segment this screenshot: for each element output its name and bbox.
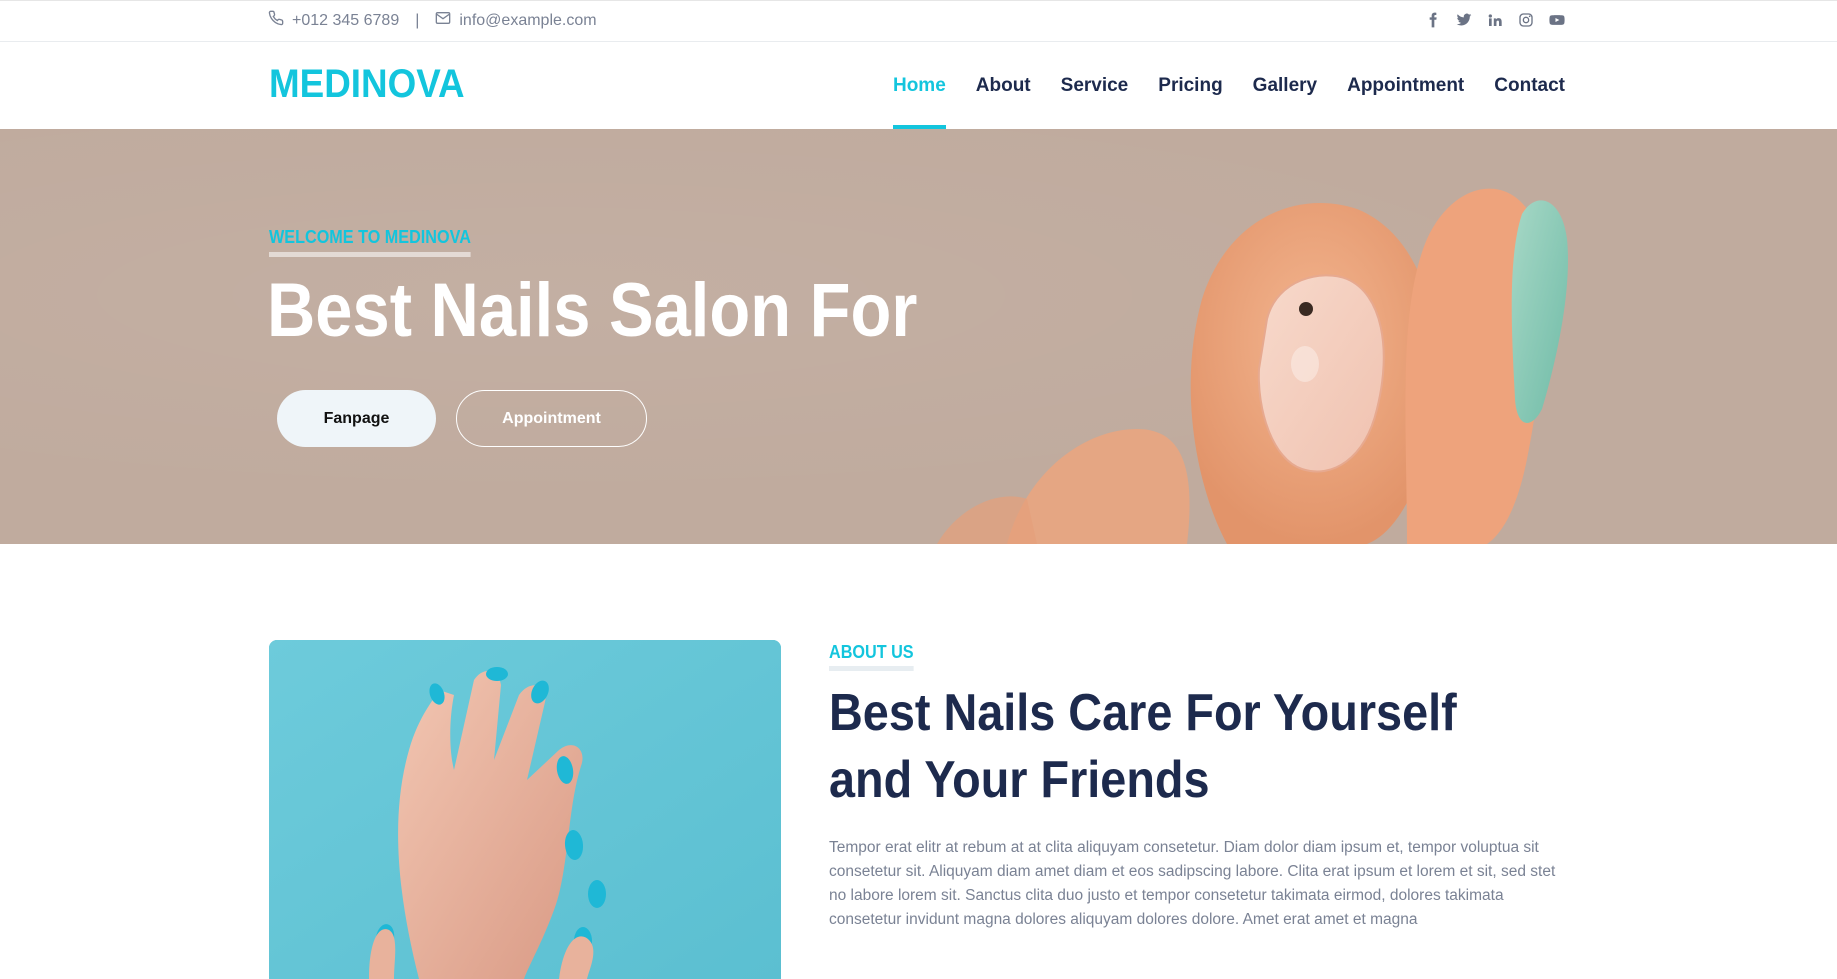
nav-item-service[interactable]: Service — [1046, 42, 1144, 129]
topbar-contact: +012 345 6789 | info@example.com — [268, 10, 597, 31]
hero-hand-nail-image — [937, 188, 1568, 544]
contact-separator: | — [415, 11, 420, 29]
navbar: MEDINOVA Home About Service Pricing Gall… — [0, 42, 1837, 129]
about-text: Tempor erat elitr at rebum at at clita a… — [829, 839, 1556, 928]
brand-logo[interactable]: MEDINOVA — [269, 62, 465, 107]
hero-eyebrow: WELCOME TO MEDINOVA — [269, 227, 471, 257]
facebook-icon[interactable] — [1424, 11, 1441, 29]
fanpage-button[interactable]: Fanpage — [277, 390, 436, 447]
topbar: +012 345 6789 | info@example.com — [0, 0, 1837, 42]
nav-item-contact[interactable]: Contact — [1479, 42, 1565, 129]
nav-item-appointment[interactable]: Appointment — [1332, 42, 1479, 129]
hero-title: Best Nails Salon For — [267, 268, 918, 353]
linkedin-icon[interactable] — [1486, 11, 1503, 29]
phone-item[interactable]: +012 345 6789 — [268, 10, 399, 31]
mail-icon — [435, 10, 451, 31]
nav-item-home[interactable]: Home — [878, 42, 961, 129]
hero-section: WELCOME TO MEDINOVA Best Nails Salon For… — [0, 129, 1837, 544]
nav-item-pricing[interactable]: Pricing — [1143, 42, 1237, 129]
youtube-icon[interactable] — [1548, 11, 1565, 29]
about-title: Best Nails Care For Yourself and Your Fr… — [829, 684, 1457, 809]
nav-item-about[interactable]: About — [961, 42, 1046, 129]
hand-blue-nails-image — [269, 640, 781, 979]
about-eyebrow: ABOUT US — [829, 642, 914, 671]
social-links — [1424, 11, 1565, 29]
instagram-icon[interactable] — [1517, 11, 1534, 29]
phone-icon — [268, 10, 284, 31]
nav-item-gallery[interactable]: Gallery — [1238, 42, 1332, 129]
main-menu: Home About Service Pricing Gallery Appoi… — [878, 42, 1565, 129]
twitter-icon[interactable] — [1455, 11, 1472, 29]
appointment-button[interactable]: Appointment — [456, 390, 647, 447]
email-item[interactable]: info@example.com — [435, 10, 597, 31]
email-text: info@example.com — [459, 11, 597, 29]
about-image — [269, 640, 781, 979]
phone-text: +012 345 6789 — [292, 11, 400, 29]
